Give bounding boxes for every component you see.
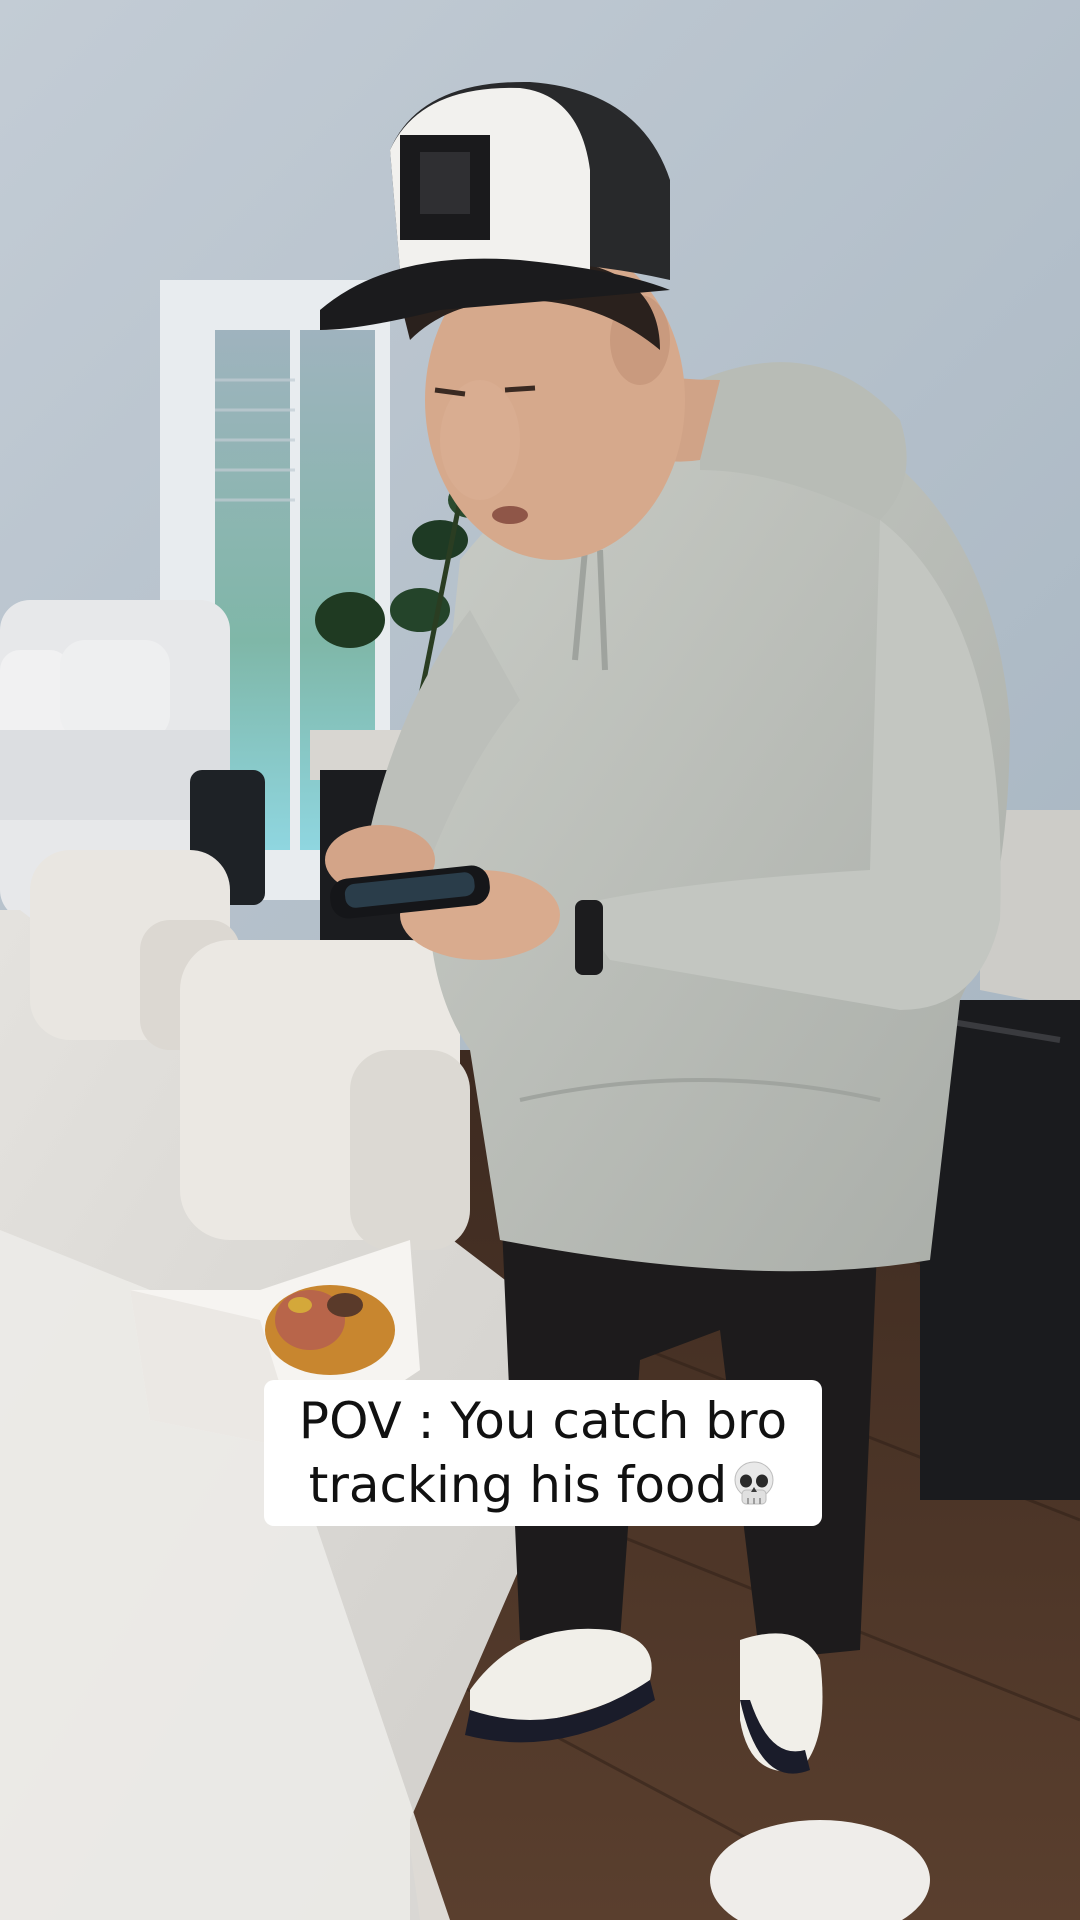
- video-frame: POV : You catch bro tracking his food: [0, 0, 1080, 1920]
- chair-2: [180, 940, 470, 1250]
- caption-box: POV : You catch bro tracking his food: [264, 1380, 822, 1526]
- caption-line-2: tracking his food: [309, 1453, 778, 1517]
- watch: [575, 900, 603, 975]
- skull-emoji-icon: [734, 1461, 774, 1505]
- caption-text-1: POV : You catch bro: [298, 1392, 788, 1450]
- scene-illustration: [0, 0, 1080, 1920]
- caption-text-2: tracking his food: [308, 1456, 728, 1514]
- caption-line-1: POV : You catch bro: [299, 1389, 787, 1453]
